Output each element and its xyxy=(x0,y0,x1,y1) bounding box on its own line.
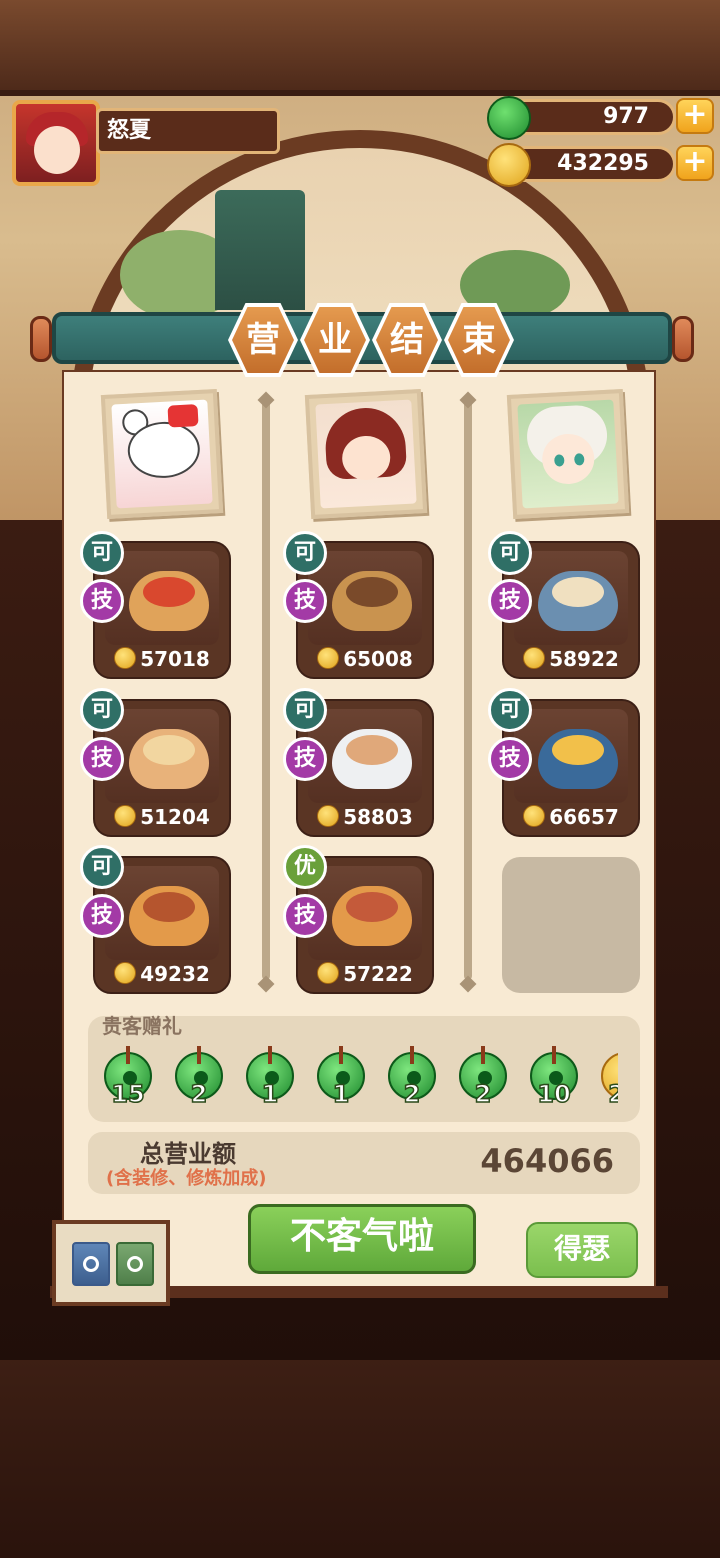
top-shelf xyxy=(0,0,720,96)
coin-icon xyxy=(317,647,340,669)
chef-portrait-1 xyxy=(100,389,224,519)
jade-amount: 977 xyxy=(603,104,649,129)
grade-badge: 可 xyxy=(488,531,532,575)
grade-badge: 可 xyxy=(488,688,532,732)
skill-badge: 技 xyxy=(488,737,532,781)
skill-badge: 技 xyxy=(488,579,532,623)
total-revenue-value: 464066 xyxy=(480,1142,614,1180)
coin-counter: 432295 xyxy=(487,143,676,187)
coin-amount: 432295 xyxy=(557,151,649,176)
dish-price: 58922 xyxy=(504,647,638,671)
player-name: 怒夏 xyxy=(96,108,280,154)
avatar-face xyxy=(34,126,80,174)
skill-badge: 技 xyxy=(80,737,124,781)
empty-dish-slot xyxy=(502,857,640,993)
gift-item: 2 xyxy=(169,1046,229,1114)
side-toggle-panel xyxy=(52,1220,170,1306)
chef-portrait-3 xyxy=(506,389,630,519)
dish-price: 66657 xyxy=(504,805,638,829)
dish-price: 58803 xyxy=(298,805,432,829)
grade-badge: 可 xyxy=(283,688,327,732)
banner-end-left xyxy=(30,316,52,362)
jade-counter: 977 xyxy=(487,96,676,140)
skill-badge: 技 xyxy=(283,579,327,623)
dish-price: 57222 xyxy=(298,962,432,986)
coin-icon xyxy=(523,805,546,827)
floor-background xyxy=(0,1360,720,1558)
coin-icon xyxy=(114,962,137,984)
dish-price: 49232 xyxy=(95,962,229,986)
grade-badge: 可 xyxy=(80,688,124,732)
grade-badge: 优 xyxy=(283,845,327,889)
coin-icon xyxy=(114,805,137,827)
total-revenue-note: (含装修、修炼加成) xyxy=(106,1168,267,1189)
player-avatar[interactable] xyxy=(12,100,100,186)
add-coins-button[interactable]: + xyxy=(676,145,714,181)
show-off-button[interactable]: 得瑟 xyxy=(526,1222,638,1278)
dish-price: 51204 xyxy=(95,805,229,829)
jade-icon xyxy=(487,96,531,140)
coin-icon xyxy=(317,962,340,984)
skill-badge: 技 xyxy=(283,894,327,938)
coin-icon xyxy=(317,805,340,827)
grade-badge: 可 xyxy=(80,845,124,889)
gift-item: 2 xyxy=(382,1046,442,1114)
pagoda-decoration xyxy=(215,190,305,310)
gift-list: 15 2 1 1 2 2 10 25 xyxy=(98,1046,618,1114)
coin-icon xyxy=(114,647,137,669)
dish-price: 65008 xyxy=(298,647,432,671)
gift-item: 25 xyxy=(595,1046,618,1114)
banner-end-right xyxy=(672,316,694,362)
skill-badge: 技 xyxy=(80,894,124,938)
gift-title: 贵客赠礼 xyxy=(102,1014,182,1038)
dismiss-button[interactable]: 不客气啦 xyxy=(248,1204,476,1274)
chef-portrait-2 xyxy=(304,389,428,519)
coin-icon xyxy=(523,647,546,669)
gift-item: 1 xyxy=(240,1046,300,1114)
dish-price: 57018 xyxy=(95,647,229,671)
gift-item: 2 xyxy=(453,1046,513,1114)
column-divider-2 xyxy=(464,400,472,980)
add-jade-button[interactable]: + xyxy=(676,98,714,134)
gift-item: 15 xyxy=(98,1046,158,1114)
settings-icon-2[interactable] xyxy=(116,1242,154,1286)
coin-icon xyxy=(487,143,531,187)
gift-item: 10 xyxy=(524,1046,584,1114)
skill-badge: 技 xyxy=(80,579,124,623)
total-revenue-box: 总营业额 (含装修、修炼加成) 464066 xyxy=(88,1132,640,1194)
gift-item: 1 xyxy=(311,1046,371,1114)
grade-badge: 可 xyxy=(80,531,124,575)
grade-badge: 可 xyxy=(283,531,327,575)
column-divider-1 xyxy=(262,400,270,980)
vip-gift-section: 贵客赠礼 15 2 1 1 2 2 10 25 xyxy=(88,1014,640,1122)
skill-badge: 技 xyxy=(283,737,327,781)
settings-icon[interactable] xyxy=(72,1242,110,1286)
